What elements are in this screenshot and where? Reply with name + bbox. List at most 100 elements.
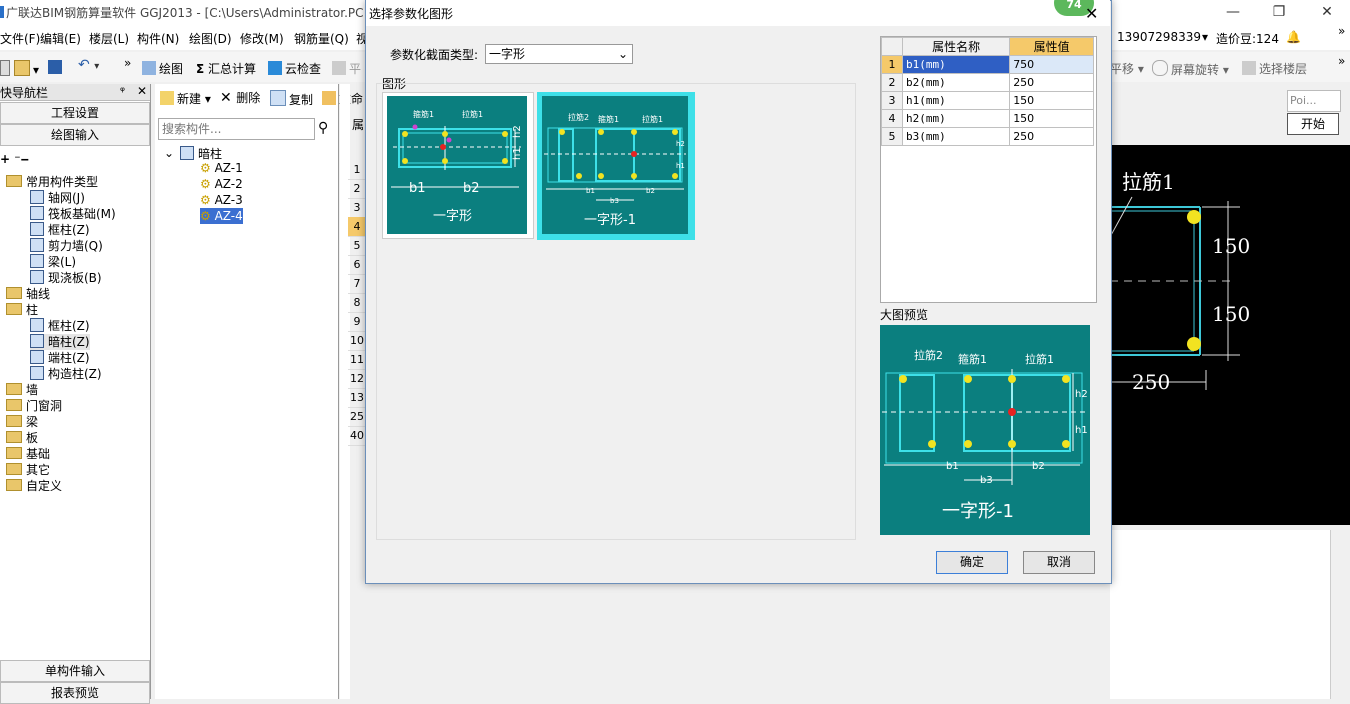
nav-tree-item[interactable]: 柱 <box>6 302 38 318</box>
rotate-button[interactable]: 屏幕旋转 ▾ <box>1152 60 1229 78</box>
grid-row-number[interactable]: 25 <box>348 407 366 427</box>
delete-button[interactable]: ✕ 删除 <box>220 89 260 106</box>
open-folder-icon[interactable]: ▾ <box>14 60 39 77</box>
menu-draw[interactable]: 绘图(D) <box>189 30 232 47</box>
nav-tree-item[interactable]: 墙 <box>6 382 38 398</box>
expand-all-icon[interactable]: + ⁻‒ <box>0 152 29 166</box>
report-preview-button[interactable]: 报表预览 <box>0 682 150 704</box>
select-floor-button[interactable]: 选择楼层 <box>1242 60 1307 77</box>
grid-row-number[interactable]: 10 <box>348 331 366 351</box>
menu-edit[interactable]: 编辑(E) <box>40 30 81 47</box>
close-window-button[interactable]: ✕ <box>1304 0 1350 24</box>
search-icon[interactable]: ⚲ <box>318 120 328 136</box>
cloud-check-button[interactable]: 云检查 <box>268 60 321 77</box>
nav-tree-item[interactable]: 基础 <box>6 446 50 462</box>
attribute-value[interactable]: 150 <box>1009 109 1094 128</box>
table-row[interactable]: 2 b2(mm) 250 <box>881 73 1094 92</box>
table-row[interactable]: 4 h2(mm) 150 <box>881 109 1094 128</box>
nav-tree-item[interactable]: 板 <box>6 430 38 446</box>
nav-tree-item[interactable]: 梁 <box>6 414 38 430</box>
draw-button[interactable]: 绘图 <box>142 60 183 77</box>
save-icon[interactable] <box>48 60 65 75</box>
table-row[interactable]: 3 h1(mm) 150 <box>881 91 1094 110</box>
chevron-down-icon[interactable]: ⌄ <box>164 146 174 160</box>
nav-tree-item[interactable]: 轴网(J) <box>30 190 85 206</box>
new-file-icon[interactable] <box>0 60 13 77</box>
section-type-value: 一字形 <box>489 47 526 61</box>
nav-tree-item[interactable]: 门窗洞 <box>6 398 62 414</box>
grid-row-number[interactable]: 13 <box>348 388 366 408</box>
section-type-select[interactable]: 一字形 ⌄ <box>485 44 633 64</box>
vertical-scrollbar[interactable] <box>1330 530 1349 699</box>
overflow-icon[interactable]: » <box>124 56 131 70</box>
sum-button[interactable]: Σ 汇总计算 <box>196 60 256 77</box>
component-item[interactable]: ⚙ AZ-1 <box>200 160 243 176</box>
component-item[interactable]: ⚙ AZ-2 <box>200 176 243 192</box>
flat-move-button[interactable]: 平移 ▾ <box>1110 60 1144 77</box>
attribute-value[interactable]: 750 <box>1009 55 1094 74</box>
grid-row-number[interactable]: 40 <box>348 426 366 446</box>
nav-tree-item[interactable]: 框柱(Z) <box>30 222 90 238</box>
start-button[interactable]: 开始 <box>1287 113 1339 135</box>
undo-icon[interactable]: ↶ ▾ <box>78 57 99 73</box>
nav-tree-item-label: 柱 <box>26 303 39 317</box>
table-row[interactable]: 1 b1(mm) 750 <box>881 55 1094 74</box>
nav-tree-item[interactable]: 常用构件类型 <box>6 174 98 190</box>
grid-row-number[interactable]: 7 <box>348 274 366 294</box>
grid-row-number[interactable]: 2 <box>348 179 366 199</box>
nav-tree-item[interactable]: 现浇板(B) <box>30 270 102 286</box>
menu-rebar[interactable]: 钢筋量(Q) <box>294 30 349 47</box>
nav-tree-item[interactable]: 其它 <box>6 462 50 478</box>
account-phone[interactable]: 13907298339 <box>1117 30 1201 44</box>
flat-button[interactable]: 平 <box>332 60 361 77</box>
close-icon[interactable]: ✕ <box>137 84 147 98</box>
ok-button[interactable]: 确定 <box>936 551 1008 574</box>
nav-tree-item[interactable]: 构造柱(Z) <box>30 366 102 382</box>
component-item[interactable]: ⚙ AZ-3 <box>200 192 243 208</box>
single-input-button[interactable]: 单构件输入 <box>0 660 150 682</box>
draw-input-button[interactable]: 绘图输入 <box>0 124 150 146</box>
nav-tree-item[interactable]: 轴线 <box>6 286 50 302</box>
attribute-value[interactable]: 250 <box>1009 127 1094 146</box>
chevron-down-icon[interactable]: ▾ <box>1202 30 1208 44</box>
menu-floor[interactable]: 楼层(L) <box>89 30 129 47</box>
nav-tree-item[interactable]: 暗柱(Z) <box>30 334 90 350</box>
search-input[interactable]: 搜索构件... <box>158 118 315 140</box>
menu-component[interactable]: 构件(N) <box>137 30 179 47</box>
grid-row-number[interactable]: 3 <box>348 198 366 218</box>
bell-icon[interactable]: 🔔 <box>1286 30 1301 44</box>
grid-row-number[interactable]: 4 <box>348 217 366 237</box>
new-component-button[interactable]: 新建 ▾ <box>160 90 211 107</box>
dialog-close-icon[interactable]: ✕ <box>1085 4 1098 23</box>
menu-file[interactable]: 文件(F) <box>0 30 40 47</box>
nav-tree-item[interactable]: 剪力墙(Q) <box>30 238 103 254</box>
grid-row-number[interactable]: 9 <box>348 312 366 332</box>
overflow-icon[interactable]: » <box>1338 24 1345 38</box>
restore-button[interactable]: ❐ <box>1256 0 1302 24</box>
nav-tree-item[interactable]: 自定义 <box>6 478 62 494</box>
cancel-button[interactable]: 取消 <box>1023 551 1095 574</box>
grid-row-number[interactable]: 12 <box>348 369 366 389</box>
shape2-label-h1: h1 <box>676 162 685 170</box>
nav-tree-item[interactable]: 端柱(Z) <box>30 350 90 366</box>
pin-icon[interactable]: ᵠ <box>120 84 125 98</box>
grid-row-number[interactable]: 8 <box>348 293 366 313</box>
nav-tree-item[interactable]: 框柱(Z) <box>30 318 90 334</box>
menu-modify[interactable]: 修改(M) <box>240 30 284 47</box>
nav-tree-item[interactable]: 梁(L) <box>30 254 76 270</box>
copy-button[interactable]: 复制 <box>270 90 313 108</box>
nav-tree-item[interactable]: 筏板基础(M) <box>30 206 116 222</box>
component-item[interactable]: ⚙ AZ-4 <box>200 208 243 224</box>
overflow-icon[interactable]: » <box>1338 54 1345 68</box>
poi-input[interactable]: Poi... <box>1287 90 1341 112</box>
project-settings-button[interactable]: 工程设置 <box>0 102 150 124</box>
grid-row-number[interactable]: 5 <box>348 236 366 256</box>
grid-row-number[interactable]: 6 <box>348 255 366 275</box>
table-row[interactable]: 5 b3(mm) 250 <box>881 127 1094 146</box>
coins-label[interactable]: 造价豆:124 <box>1216 30 1279 47</box>
minimize-button[interactable]: — <box>1210 0 1256 24</box>
grid-row-number[interactable]: 1 <box>348 160 366 180</box>
attribute-value[interactable]: 150 <box>1009 91 1094 110</box>
attribute-value[interactable]: 250 <box>1009 73 1094 92</box>
grid-row-number[interactable]: 11 <box>348 350 366 370</box>
